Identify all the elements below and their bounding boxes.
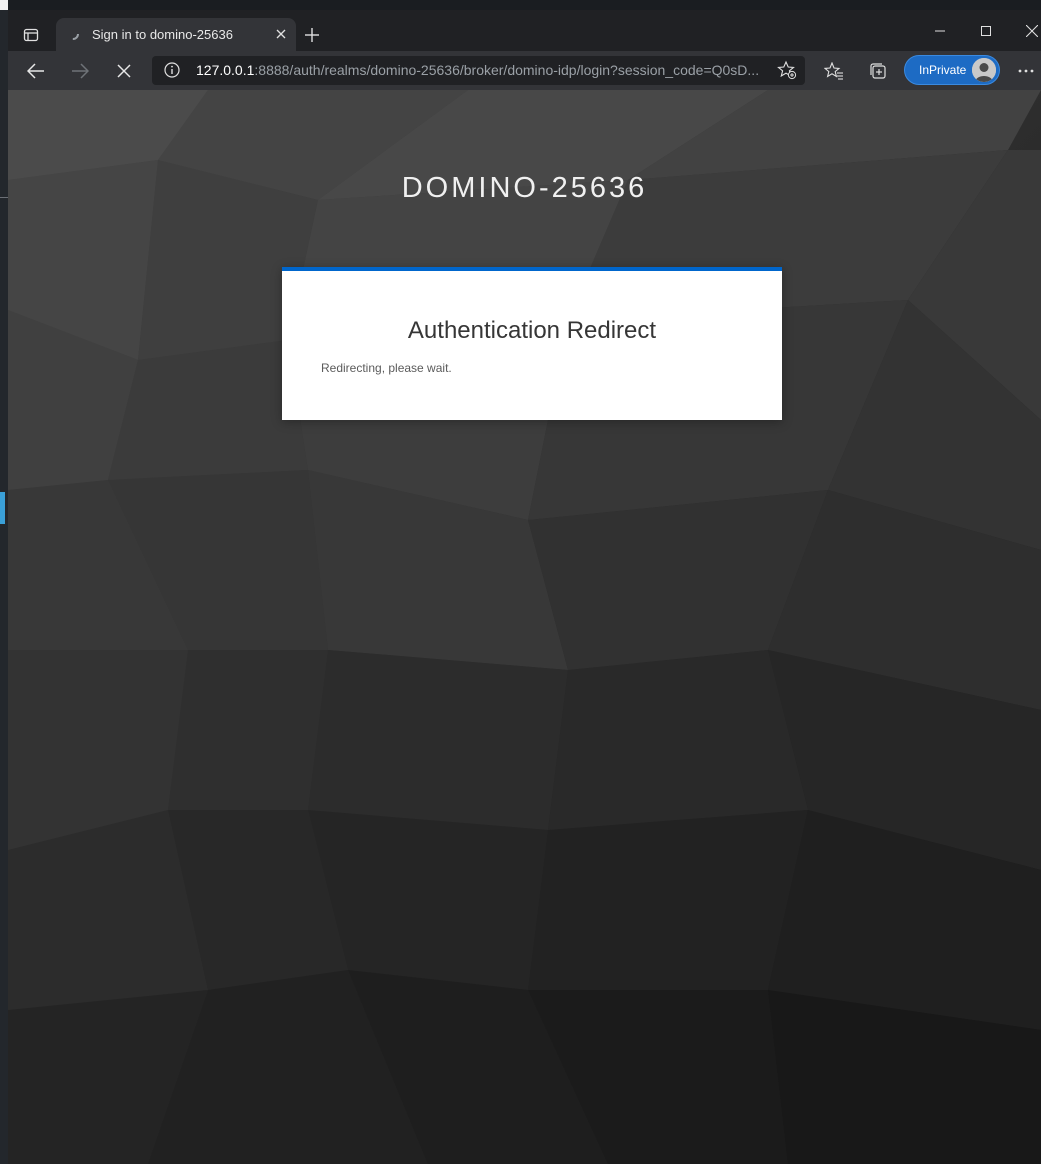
profile-avatar-icon	[972, 58, 996, 82]
new-tab-button[interactable]	[302, 25, 322, 45]
tab-close-button[interactable]	[272, 25, 290, 43]
browser-tab[interactable]: Sign in to domino-25636	[56, 18, 296, 51]
card-title: Authentication Redirect	[407, 317, 657, 345]
close-window-button[interactable]	[1018, 20, 1041, 42]
settings-more-button[interactable]	[1014, 59, 1038, 83]
close-icon	[276, 29, 286, 39]
browser-toolbar: 127.0.0.1:8888/auth/realms/domino-25636/…	[8, 51, 1041, 90]
collections-button[interactable]	[866, 59, 890, 83]
polygon-background	[8, 90, 1041, 1164]
loading-spinner-icon	[67, 28, 79, 40]
desktop-highlight	[0, 492, 5, 524]
inprivate-label: InPrivate	[919, 63, 967, 77]
add-favorite-icon[interactable]	[777, 60, 797, 80]
more-dots-icon	[1018, 69, 1034, 73]
desktop-edge	[0, 0, 8, 10]
realm-name-heading: DOMINO-25636	[401, 172, 648, 204]
desktop-background	[0, 0, 8, 1164]
maximize-button[interactable]	[972, 20, 1000, 42]
plus-icon	[305, 28, 319, 42]
page-viewport: DOMINO-25636 Authentication Redirect Red…	[8, 90, 1041, 1164]
minimize-button[interactable]	[926, 20, 954, 42]
url-path: :8888/auth/realms/domino-25636/broker/do…	[254, 62, 760, 78]
tab-title: Sign in to domino-25636	[92, 27, 233, 42]
stop-loading-button[interactable]	[112, 59, 136, 83]
inprivate-profile-button[interactable]: InPrivate	[904, 55, 1000, 85]
stop-icon	[117, 64, 131, 78]
tab-actions-button[interactable]	[20, 24, 42, 46]
maximize-icon	[981, 26, 991, 36]
collections-icon	[870, 63, 886, 79]
forward-arrow-icon	[72, 63, 89, 79]
back-button[interactable]	[24, 59, 48, 83]
favorites-button[interactable]	[822, 59, 846, 83]
redirect-message: Redirecting, please wait.	[321, 361, 452, 375]
tab-actions-icon	[23, 28, 39, 42]
forward-button[interactable]	[68, 59, 92, 83]
browser-window: Sign in to domino-25636 127.0.0.1:8888/a…	[8, 10, 1041, 1164]
close-window-icon	[1026, 25, 1038, 37]
favorites-icon	[824, 62, 843, 80]
desktop-divider	[0, 197, 8, 198]
url-host: 127.0.0.1	[196, 62, 255, 78]
minimize-icon	[935, 30, 945, 32]
url-text[interactable]: 127.0.0.1:8888/auth/realms/domino-25636/…	[196, 62, 766, 78]
login-card: Authentication Redirect Redirecting, ple…	[282, 267, 782, 420]
site-info-icon[interactable]	[164, 62, 180, 78]
back-arrow-icon	[27, 63, 44, 79]
title-bar: Sign in to domino-25636	[8, 10, 1041, 51]
address-bar[interactable]: 127.0.0.1:8888/auth/realms/domino-25636/…	[152, 56, 805, 85]
